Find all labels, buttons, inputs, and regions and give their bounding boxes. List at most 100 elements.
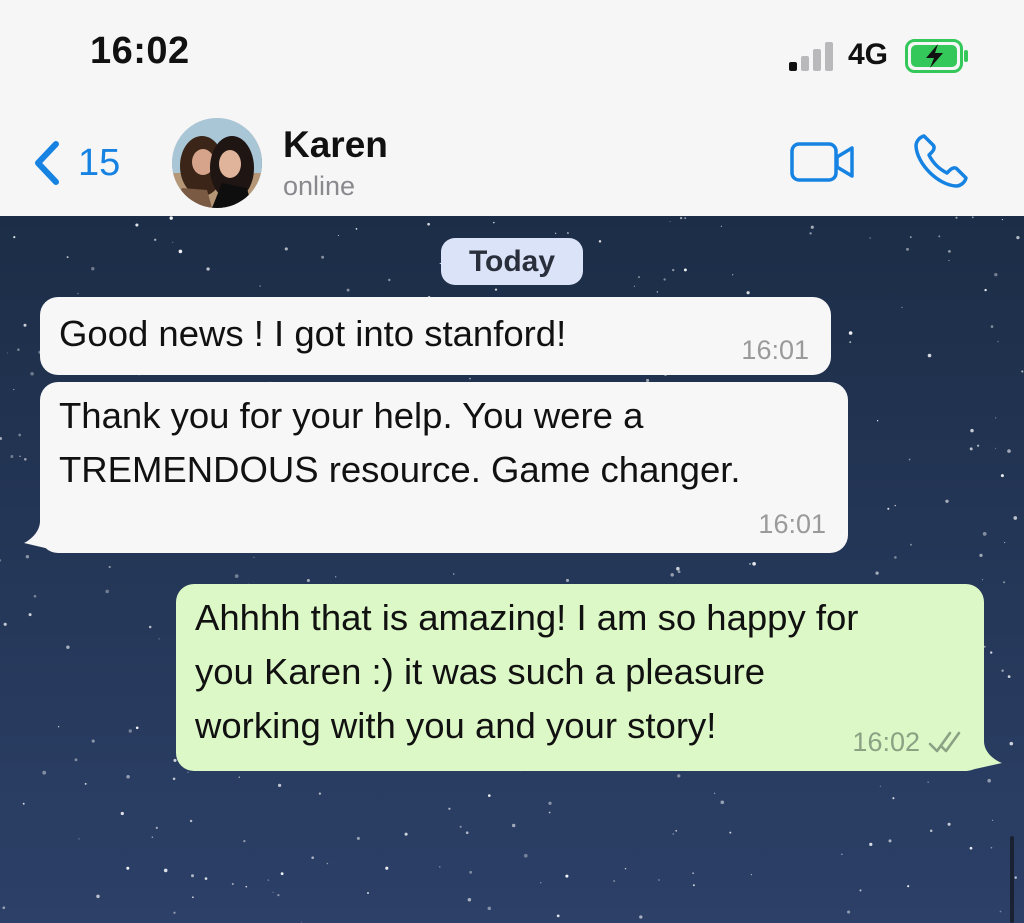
star: [1007, 675, 1011, 678]
star: [488, 794, 491, 797]
star: [675, 829, 678, 832]
star: [875, 571, 879, 575]
star: [277, 893, 280, 897]
star: [128, 729, 132, 733]
star: [1000, 474, 1004, 478]
message-bubble-incoming[interactable]: Good news ! I got into stanford! 16:01: [40, 297, 831, 375]
star: [74, 758, 78, 762]
star: [979, 553, 983, 558]
star: [556, 914, 560, 918]
star: [280, 872, 284, 876]
star: [173, 758, 177, 762]
chat-background[interactable]: Today Good news ! I got into stanford! 1…: [0, 216, 1024, 923]
star: [676, 566, 680, 571]
star: [720, 800, 725, 805]
star: [970, 428, 974, 433]
star: [669, 220, 671, 223]
message-bubble-incoming[interactable]: Thank you for your help. You were a TREM…: [40, 382, 848, 553]
star: [355, 228, 358, 230]
star: [938, 235, 941, 238]
star: [540, 882, 542, 884]
star: [945, 499, 949, 503]
star: [326, 862, 329, 865]
star: [172, 777, 176, 781]
star: [1021, 370, 1024, 373]
status-time: 16:02: [90, 30, 190, 72]
star: [487, 906, 492, 911]
star: [163, 868, 168, 873]
star: [245, 885, 248, 888]
scrollbar[interactable]: [1010, 836, 1014, 923]
star: [388, 278, 391, 282]
star: [976, 444, 980, 447]
star: [995, 417, 997, 419]
contact-name[interactable]: Karen: [283, 124, 388, 166]
star: [1001, 669, 1004, 672]
star: [253, 556, 255, 558]
star: [984, 288, 987, 292]
back-button-unread-count[interactable]: 15: [78, 142, 120, 185]
star: [809, 232, 812, 235]
star: [624, 867, 627, 870]
star: [459, 825, 462, 828]
star: [971, 216, 974, 219]
star: [869, 237, 871, 239]
star: [720, 225, 723, 227]
star: [427, 222, 430, 226]
star: [548, 811, 551, 814]
star: [750, 874, 752, 876]
star: [948, 250, 951, 253]
contact-avatar[interactable]: [172, 118, 262, 208]
star: [66, 645, 70, 649]
star: [42, 770, 47, 775]
star: [907, 885, 910, 888]
message-text: Ahhhh that is amazing! I am so happy for…: [195, 597, 859, 746]
star: [267, 879, 270, 881]
star: [548, 801, 552, 805]
star: [849, 341, 852, 344]
star: [404, 832, 408, 836]
star: [335, 576, 337, 578]
star: [18, 433, 22, 437]
star: [947, 822, 951, 826]
star: [272, 891, 274, 893]
star: [105, 589, 110, 594]
star: [633, 285, 636, 287]
star: [1004, 542, 1006, 544]
star: [3, 622, 7, 626]
star: [929, 829, 933, 833]
star: [859, 889, 862, 892]
star: [17, 348, 20, 351]
video-call-icon[interactable]: [790, 140, 856, 184]
star: [189, 819, 193, 823]
phone-icon[interactable]: [912, 132, 970, 190]
star: [639, 915, 643, 919]
star: [906, 247, 909, 251]
star: [57, 726, 60, 728]
star: [0, 437, 3, 440]
star: [692, 872, 694, 874]
star: [672, 833, 675, 835]
star: [13, 236, 16, 239]
star: [284, 247, 288, 251]
star: [869, 842, 873, 847]
star: [901, 306, 903, 309]
star: [91, 267, 95, 271]
star: [231, 883, 234, 885]
chevron-left-icon[interactable]: [32, 140, 62, 186]
message-bubble-outgoing[interactable]: Ahhhh that is amazing! I am so happy for…: [176, 584, 984, 771]
star: [1003, 581, 1006, 584]
star: [1009, 741, 1014, 746]
star: [565, 578, 570, 582]
star: [2, 906, 6, 910]
star: [277, 783, 282, 788]
star: [656, 291, 658, 293]
star: [658, 879, 660, 881]
star: [565, 874, 569, 878]
delivered-ticks-icon: [928, 731, 961, 753]
star: [670, 573, 674, 577]
star: [663, 278, 666, 281]
star: [909, 543, 913, 546]
star: [0, 559, 2, 562]
star: [684, 217, 686, 219]
